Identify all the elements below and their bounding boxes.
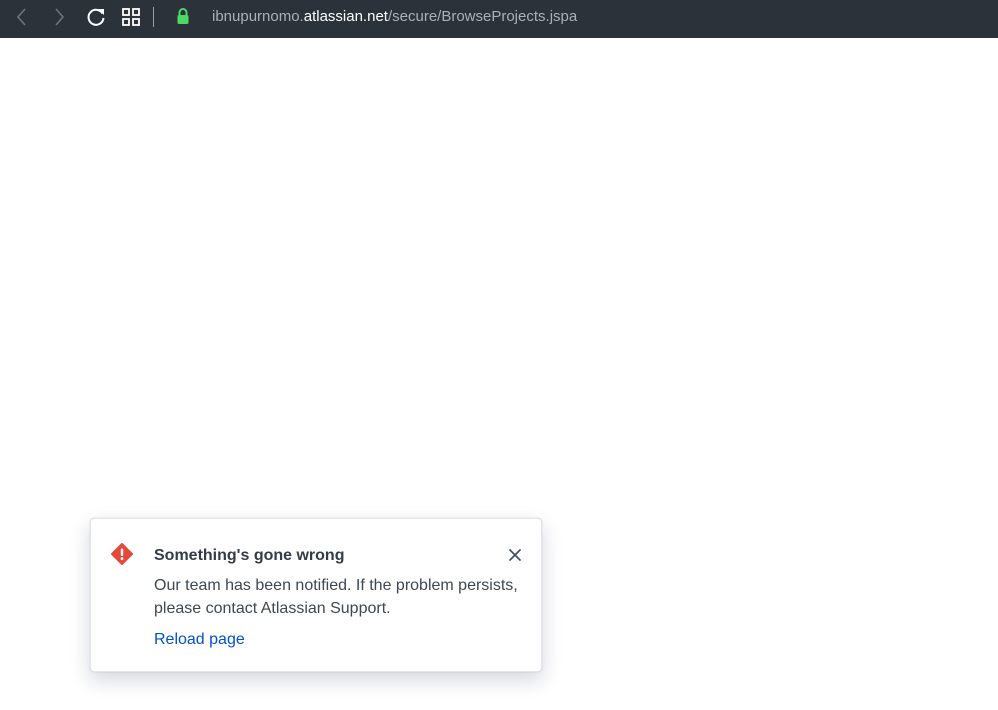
- reload-page-link[interactable]: Reload page: [154, 630, 245, 650]
- address-bar[interactable]: ibnupurnomo.atlassian.net/secure/BrowseP…: [212, 7, 577, 27]
- url-subdomain: ibnupurnomo.: [212, 8, 304, 25]
- error-icon: [111, 543, 133, 565]
- url-domain: atlassian.net: [303, 8, 388, 25]
- secure-indicator[interactable]: [176, 7, 190, 25]
- reload-button[interactable]: [84, 5, 108, 29]
- close-icon: [509, 549, 521, 561]
- back-button[interactable]: [10, 5, 34, 29]
- close-button[interactable]: [505, 545, 525, 565]
- toolbar-divider: [153, 7, 154, 27]
- url-path: /secure/BrowseProjects.jspa: [387, 8, 578, 25]
- forward-button[interactable]: [47, 5, 71, 29]
- chevron-right-icon: [55, 8, 65, 26]
- error-title: Something's gone wrong: [154, 547, 345, 564]
- browser-toolbar: ibnupurnomo.atlassian.net/secure/BrowseP…: [0, 0, 998, 38]
- lock-icon: [177, 8, 189, 24]
- chevron-left-icon: [16, 8, 26, 26]
- error-flag: Something's gone wrong Our team has been…: [90, 518, 542, 672]
- grid-icon: [122, 8, 140, 26]
- error-message: Our team has been notified. If the probl…: [154, 577, 518, 617]
- apps-button[interactable]: [119, 5, 143, 29]
- reload-icon: [87, 8, 105, 26]
